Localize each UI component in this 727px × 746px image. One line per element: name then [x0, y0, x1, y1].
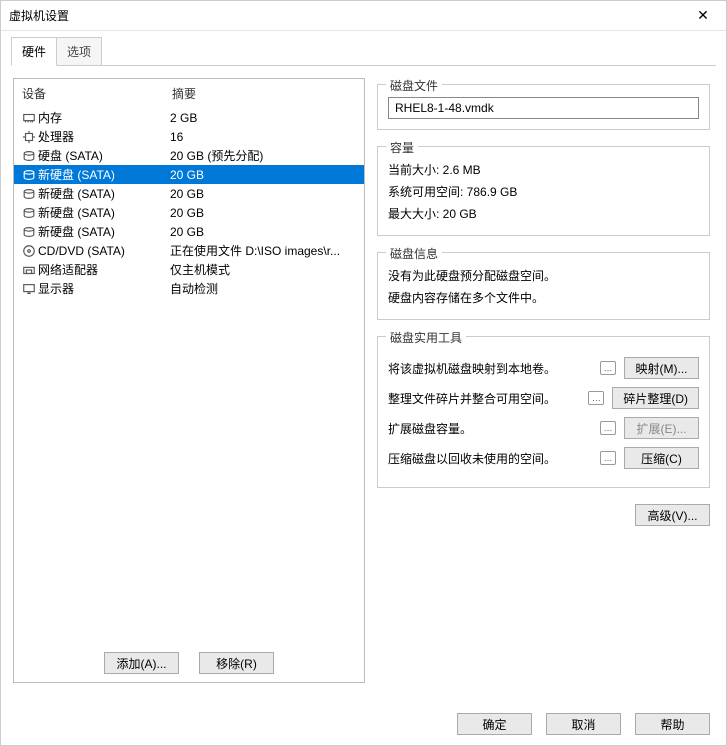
group-utilities: 磁盘实用工具 将该虚拟机磁盘映射到本地卷。 … 映射(M)... 整理文件碎片并… [377, 336, 710, 488]
tab-hardware[interactable]: 硬件 [11, 37, 57, 66]
tab-options[interactable]: 选项 [56, 37, 102, 65]
capacity-free: 系统可用空间: 786.9 GB [388, 181, 699, 203]
device-name: 新硬盘 (SATA) [38, 223, 170, 240]
display-icon [20, 282, 38, 296]
device-summary: 20 GB (预先分配) [170, 147, 358, 164]
device-summary: 20 GB [170, 206, 358, 220]
disk-icon [20, 187, 38, 201]
tab-strip: 硬件 选项 [1, 31, 726, 65]
advanced-button[interactable]: 高级(V)... [635, 504, 710, 526]
device-summary: 20 GB [170, 187, 358, 201]
group-disk-info: 磁盘信息 没有为此硬盘预分配磁盘空间。 硬盘内容存储在多个文件中。 [377, 252, 710, 320]
group-label: 磁盘实用工具 [386, 329, 466, 346]
device-summary: 自动检测 [170, 280, 358, 297]
device-row[interactable]: 处理器16 [14, 127, 364, 146]
disk-info-line: 没有为此硬盘预分配磁盘空间。 [388, 265, 699, 287]
col-summary: 摘要 [172, 85, 196, 102]
device-summary: 2 GB [170, 111, 358, 125]
util-expand-text: 扩展磁盘容量。 [388, 420, 592, 437]
detail-panel: 磁盘文件 容量 当前大小: 2.6 MB 系统可用空间: 786.9 GB 最大… [377, 78, 714, 683]
device-summary: 仅主机模式 [170, 261, 358, 278]
group-label: 磁盘信息 [386, 245, 442, 262]
device-panel: 设备 摘要 内存2 GB处理器16硬盘 (SATA)20 GB (预先分配)新硬… [13, 78, 365, 683]
device-row[interactable]: CD/DVD (SATA)正在使用文件 D:\ISO images\r... [14, 241, 364, 260]
group-label: 容量 [386, 139, 418, 156]
col-device: 设备 [22, 85, 172, 102]
title-bar: 虚拟机设置 ✕ [1, 1, 726, 31]
hint-icon[interactable]: … [588, 391, 604, 405]
remove-button[interactable]: 移除(R) [199, 652, 274, 674]
device-name: 处理器 [38, 128, 170, 145]
device-name: 新硬盘 (SATA) [38, 185, 170, 202]
defrag-button[interactable]: 碎片整理(D) [612, 387, 699, 409]
disk-icon [20, 225, 38, 239]
device-summary: 20 GB [170, 168, 358, 182]
device-row[interactable]: 新硬盘 (SATA)20 GB [14, 203, 364, 222]
cpu-icon [20, 130, 38, 144]
device-row[interactable]: 新硬盘 (SATA)20 GB [14, 184, 364, 203]
util-compact-text: 压缩磁盘以回收未使用的空间。 [388, 450, 592, 467]
disk-file-input[interactable] [388, 97, 699, 119]
device-summary: 正在使用文件 D:\ISO images\r... [170, 242, 358, 259]
map-button[interactable]: 映射(M)... [624, 357, 699, 379]
device-name: 新硬盘 (SATA) [38, 204, 170, 221]
compact-button[interactable]: 压缩(C) [624, 447, 699, 469]
device-row[interactable]: 网络适配器仅主机模式 [14, 260, 364, 279]
device-row[interactable]: 显示器自动检测 [14, 279, 364, 298]
device-name: 新硬盘 (SATA) [38, 166, 170, 183]
device-row[interactable]: 内存2 GB [14, 108, 364, 127]
help-button[interactable]: 帮助 [635, 713, 710, 735]
hint-icon[interactable]: … [600, 451, 616, 465]
cancel-button[interactable]: 取消 [546, 713, 621, 735]
device-row[interactable]: 硬盘 (SATA)20 GB (预先分配) [14, 146, 364, 165]
memory-icon [20, 111, 38, 125]
disk-icon [20, 149, 38, 163]
group-capacity: 容量 当前大小: 2.6 MB 系统可用空间: 786.9 GB 最大大小: 2… [377, 146, 710, 236]
hint-icon[interactable]: … [600, 361, 616, 375]
close-icon[interactable]: ✕ [688, 7, 718, 24]
device-list-header: 设备 摘要 [14, 79, 364, 108]
disk-icon [20, 206, 38, 220]
device-summary: 16 [170, 130, 358, 144]
device-name: 内存 [38, 109, 170, 126]
group-disk-file: 磁盘文件 [377, 84, 710, 130]
cd-icon [20, 244, 38, 258]
disk-info-line: 硬盘内容存储在多个文件中。 [388, 287, 699, 309]
device-name: CD/DVD (SATA) [38, 244, 170, 258]
window-title: 虚拟机设置 [9, 7, 688, 24]
device-name: 显示器 [38, 280, 170, 297]
capacity-current: 当前大小: 2.6 MB [388, 159, 699, 181]
expand-button[interactable]: 扩展(E)... [624, 417, 699, 439]
device-summary: 20 GB [170, 225, 358, 239]
disk-icon [20, 168, 38, 182]
ok-button[interactable]: 确定 [457, 713, 532, 735]
util-map-text: 将该虚拟机磁盘映射到本地卷。 [388, 360, 592, 377]
device-row[interactable]: 新硬盘 (SATA)20 GB [14, 165, 364, 184]
capacity-max: 最大大小: 20 GB [388, 203, 699, 225]
device-name: 硬盘 (SATA) [38, 147, 170, 164]
device-row[interactable]: 新硬盘 (SATA)20 GB [14, 222, 364, 241]
util-defrag-text: 整理文件碎片并整合可用空间。 [388, 390, 580, 407]
group-label: 磁盘文件 [386, 77, 442, 94]
add-button[interactable]: 添加(A)... [104, 652, 179, 674]
dialog-footer: 确定 取消 帮助 [1, 703, 726, 745]
network-icon [20, 263, 38, 277]
hint-icon[interactable]: … [600, 421, 616, 435]
device-name: 网络适配器 [38, 261, 170, 278]
device-list: 内存2 GB处理器16硬盘 (SATA)20 GB (预先分配)新硬盘 (SAT… [14, 108, 364, 644]
